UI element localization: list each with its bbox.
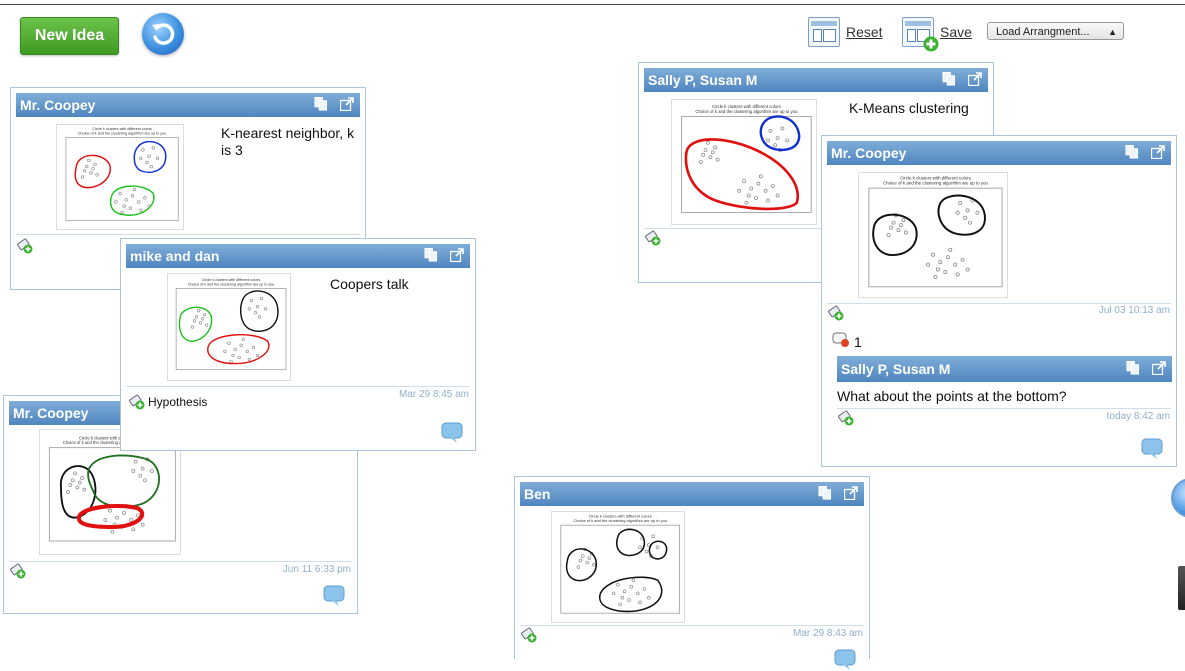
cluster-plot-image — [671, 99, 817, 225]
copy-icon[interactable] — [1126, 361, 1140, 375]
card-divider — [9, 561, 352, 562]
card-header[interactable]: Ben — [520, 482, 864, 506]
tag-add-icon[interactable] — [838, 410, 854, 426]
save-icon[interactable] — [902, 17, 939, 52]
popout-icon[interactable] — [1151, 145, 1165, 159]
popout-icon[interactable] — [340, 97, 354, 111]
tag-add-icon[interactable] — [521, 627, 537, 643]
card-header[interactable]: Mr. Coopey — [16, 93, 360, 117]
tag-add-icon[interactable] — [828, 305, 844, 321]
card-header[interactable]: mike and dan — [126, 244, 470, 268]
copy-icon[interactable] — [1125, 145, 1139, 159]
card-author: Mr. Coopey — [13, 405, 89, 421]
popout-icon[interactable] — [450, 248, 464, 262]
tag-add-icon[interactable] — [10, 563, 26, 579]
card-author: Mr. Coopey — [20, 97, 96, 113]
reply-header[interactable]: Sally P, Susan M — [837, 356, 1172, 382]
refresh-icon — [152, 23, 175, 45]
copy-icon[interactable] — [424, 248, 438, 262]
card-author: Sally P, Susan M — [648, 72, 758, 88]
idea-card[interactable]: Mr. Coopey Jul 03 10:13 am 1 Sally P, Su… — [821, 135, 1177, 467]
card-timestamp: Mar 29 8:45 am — [398, 389, 469, 400]
card-author: mike and dan — [130, 248, 220, 264]
comment-bubble-icon[interactable] — [834, 649, 856, 671]
partial-dark-element — [1178, 566, 1185, 610]
popout-icon[interactable] — [844, 486, 858, 500]
select-arrows-icon: ▲ — [1108, 27, 1117, 37]
copy-icon[interactable] — [314, 97, 328, 111]
refresh-button[interactable] — [142, 13, 184, 55]
cluster-plot-image — [56, 124, 184, 230]
new-idea-button[interactable]: New Idea — [20, 17, 119, 55]
card-header[interactable]: Mr. Coopey — [827, 141, 1171, 165]
reset-icon[interactable] — [808, 17, 840, 47]
comment-bubble-icon[interactable] — [323, 585, 345, 607]
copy-icon[interactable] — [942, 72, 956, 86]
popout-icon[interactable] — [1152, 361, 1166, 375]
card-text: K-Means clustering — [849, 100, 969, 116]
cluster-plot-image — [167, 273, 291, 381]
comment-bubble-icon[interactable] — [441, 422, 463, 444]
save-link[interactable]: Save — [940, 24, 972, 40]
card-timestamp: Jun 11 6:33 pm — [282, 564, 351, 575]
tag-add-icon[interactable] — [17, 238, 33, 254]
card-text: Coopers talk — [330, 276, 409, 292]
cluster-plot-image — [551, 511, 685, 623]
copy-icon[interactable] — [818, 486, 832, 500]
comment-bubble-icon[interactable] — [1141, 438, 1163, 460]
reply-divider — [837, 408, 1171, 409]
card-label: Hypothesis — [148, 395, 208, 409]
reset-link[interactable]: Reset — [846, 24, 883, 40]
reply-text: What about the points at the bottom? — [837, 388, 1067, 404]
tag-add-icon[interactable] — [129, 394, 145, 410]
load-arrangement-value: Load Arrangment... — [996, 26, 1090, 38]
card-author: Ben — [524, 486, 551, 502]
card-divider — [126, 386, 470, 387]
load-arrangement-select[interactable]: Load Arrangment... ▲ — [987, 22, 1124, 40]
tag-add-icon[interactable] — [645, 230, 661, 246]
card-timestamp: Mar 29 8:43 am — [792, 628, 863, 639]
card-divider — [520, 625, 864, 626]
reply-timestamp: today 8:42 am — [1106, 411, 1170, 422]
replies-icon[interactable] — [832, 332, 850, 348]
top-divider — [0, 4, 1185, 5]
popout-icon[interactable] — [968, 72, 982, 86]
card-divider — [16, 234, 360, 235]
card-author: Mr. Coopey — [831, 145, 907, 161]
reply-count[interactable]: 1 — [854, 334, 862, 351]
idea-card[interactable]: Ben Mar 29 8:43 am — [514, 476, 870, 671]
card-header[interactable]: Sally P, Susan M — [644, 68, 988, 92]
card-text: K-nearest neighbor, k is 3 — [221, 125, 355, 158]
partial-circle-button[interactable] — [1171, 478, 1185, 518]
card-divider — [827, 303, 1171, 304]
reply-author: Sally P, Susan M — [841, 361, 951, 377]
idea-card[interactable]: mike and dan Coopers talk Mar 29 8:45 am… — [120, 238, 476, 451]
cluster-plot-image — [858, 172, 1008, 298]
card-timestamp: Jul 03 10:13 am — [1098, 305, 1170, 316]
